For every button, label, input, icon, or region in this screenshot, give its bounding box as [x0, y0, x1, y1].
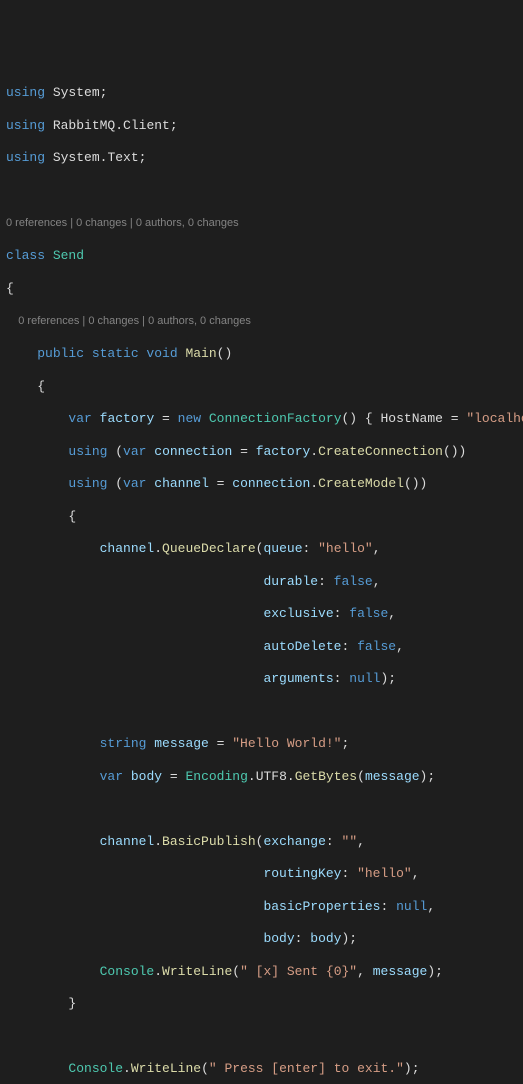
code-line: public static void Main(): [6, 346, 523, 362]
code-line: {: [6, 379, 523, 395]
code-line: class Send: [6, 248, 523, 264]
code-line: arguments: null);: [6, 671, 523, 687]
code-line: exclusive: false,: [6, 606, 523, 622]
code-line: autoDelete: false,: [6, 639, 523, 655]
code-line: using System.Text;: [6, 150, 523, 166]
code-line: Console.WriteLine(" [x] Sent {0}", messa…: [6, 964, 523, 980]
code-line: using RabbitMQ.Client;: [6, 118, 523, 134]
code-line: string message = "Hello World!";: [6, 736, 523, 752]
blank-line: [6, 183, 523, 199]
code-line: basicProperties: null,: [6, 899, 523, 915]
code-line: channel.BasicPublish(exchange: "",: [6, 834, 523, 850]
blank-line: [6, 1029, 523, 1045]
codelens-class[interactable]: 0 references | 0 changes | 0 authors, 0 …: [6, 215, 523, 232]
code-line: channel.QueueDeclare(queue: "hello",: [6, 541, 523, 557]
code-line: body: body);: [6, 931, 523, 947]
code-line: {: [6, 281, 523, 297]
code-line: using System;: [6, 85, 523, 101]
code-line: durable: false,: [6, 574, 523, 590]
codelens-method[interactable]: 0 references | 0 changes | 0 authors, 0 …: [6, 313, 523, 330]
code-line: }: [6, 996, 523, 1012]
code-line: routingKey: "hello",: [6, 866, 523, 882]
code-line: Console.WriteLine(" Press [enter] to exi…: [6, 1061, 523, 1077]
blank-line: [6, 704, 523, 720]
code-line: {: [6, 509, 523, 525]
code-line: var body = Encoding.UTF8.GetBytes(messag…: [6, 769, 523, 785]
code-line: using (var channel = connection.CreateMo…: [6, 476, 523, 492]
code-line: using (var connection = factory.CreateCo…: [6, 444, 523, 460]
blank-line: [6, 801, 523, 817]
code-editor[interactable]: using System; using RabbitMQ.Client; usi…: [6, 69, 523, 1084]
code-line: var factory = new ConnectionFactory() { …: [6, 411, 523, 427]
